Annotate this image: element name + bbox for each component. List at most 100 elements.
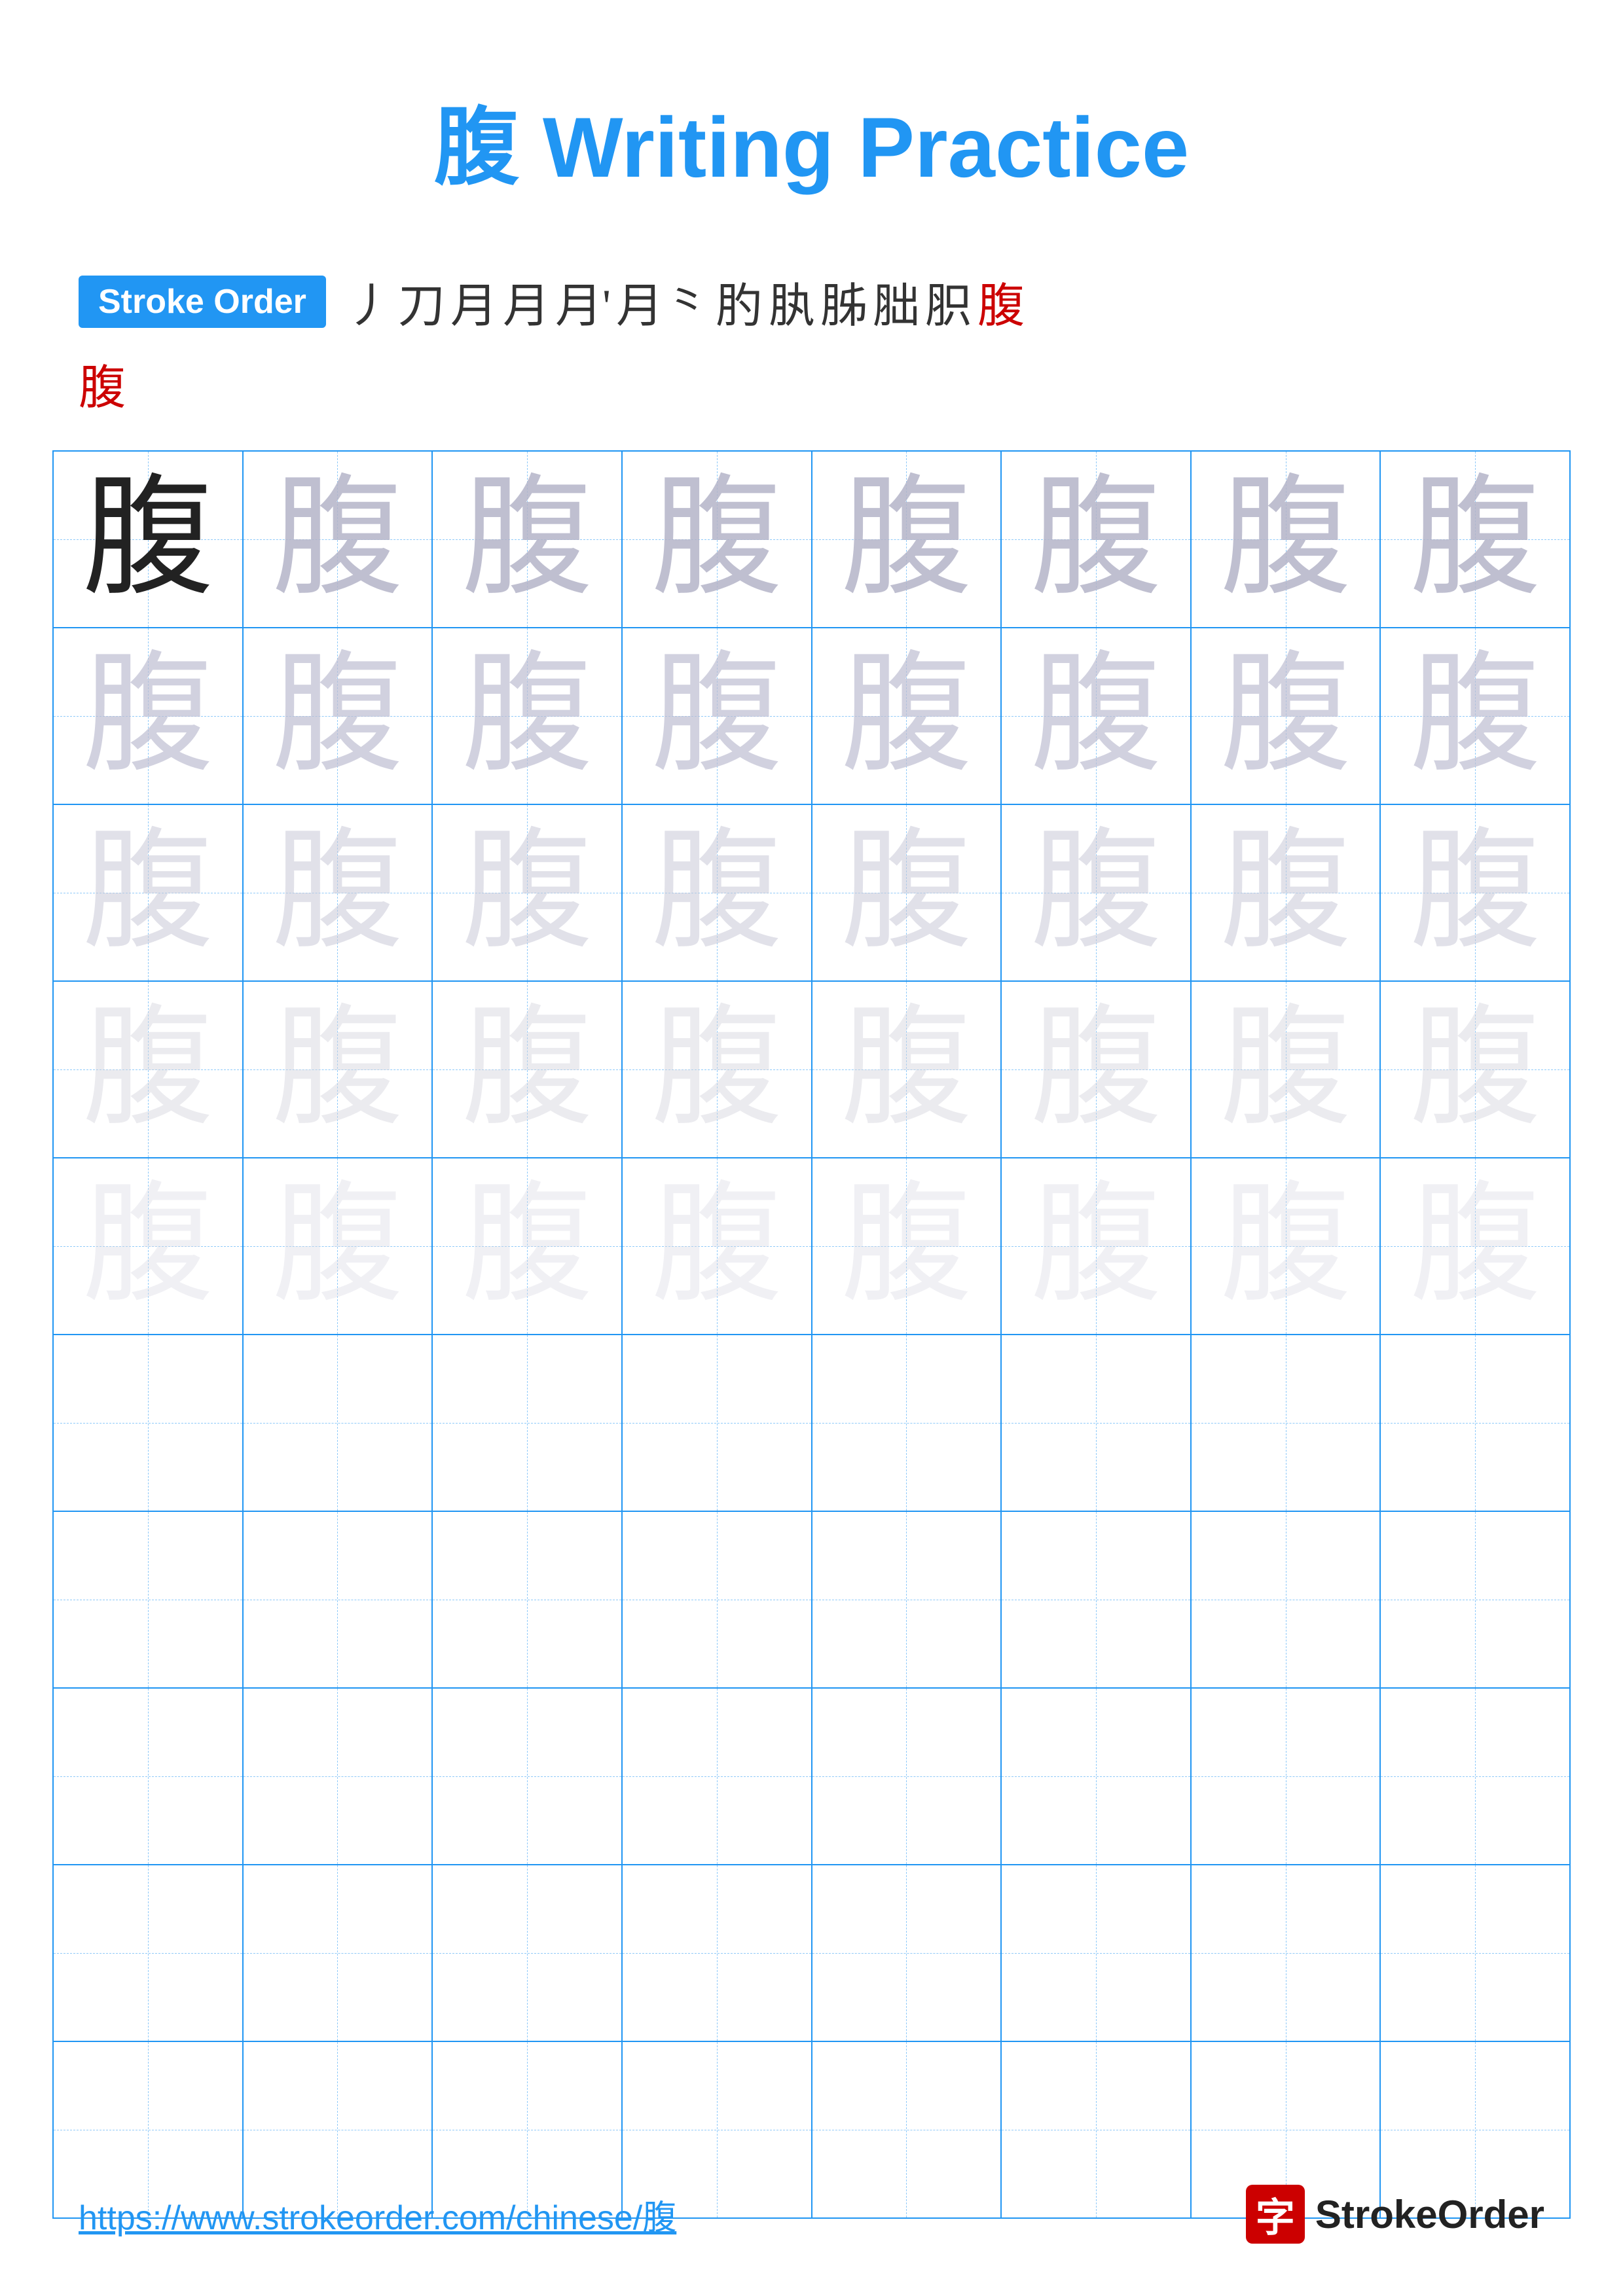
- cell-6-5[interactable]: [812, 1335, 1002, 1511]
- cell-4-7[interactable]: 腹: [1191, 981, 1381, 1158]
- cell-8-2[interactable]: [243, 1688, 433, 1865]
- cell-6-6[interactable]: [1001, 1335, 1191, 1511]
- char-ghost: 腹: [1220, 1174, 1351, 1318]
- char-ghost: 腹: [462, 643, 593, 788]
- char-ghost: 腹: [272, 643, 403, 788]
- cell-4-3[interactable]: 腹: [432, 981, 622, 1158]
- cell-5-2[interactable]: 腹: [243, 1158, 433, 1335]
- brand-icon-char: 字: [1256, 2186, 1295, 2243]
- cell-1-3[interactable]: 腹: [432, 451, 622, 628]
- footer-url-link[interactable]: https://www.strokeorder.com/chinese/腹: [79, 2190, 676, 2239]
- cell-2-7[interactable]: 腹: [1191, 628, 1381, 804]
- cell-5-8[interactable]: 腹: [1380, 1158, 1570, 1335]
- cell-3-3[interactable]: 腹: [432, 804, 622, 981]
- practice-row-4: 腹 腹 腹 腹 腹 腹 腹 腹: [53, 981, 1570, 1158]
- cell-8-5[interactable]: [812, 1688, 1002, 1865]
- char-ghost: 腹: [1410, 643, 1541, 788]
- cell-4-1[interactable]: 腹: [53, 981, 243, 1158]
- cell-9-6[interactable]: [1001, 1865, 1191, 2041]
- practice-row-6: [53, 1335, 1570, 1511]
- cell-2-3[interactable]: 腹: [432, 628, 622, 804]
- char-ghost: 腹: [1410, 467, 1541, 611]
- cell-2-1[interactable]: 腹: [53, 628, 243, 804]
- cell-8-7[interactable]: [1191, 1688, 1381, 1865]
- cell-2-4[interactable]: 腹: [622, 628, 812, 804]
- cell-7-6[interactable]: [1001, 1511, 1191, 1688]
- cell-4-4[interactable]: 腹: [622, 981, 812, 1158]
- char-ghost: 腹: [1410, 820, 1541, 965]
- cell-3-6[interactable]: 腹: [1001, 804, 1191, 981]
- cell-7-3[interactable]: [432, 1511, 622, 1688]
- cell-6-8[interactable]: [1380, 1335, 1570, 1511]
- cell-2-6[interactable]: 腹: [1001, 628, 1191, 804]
- practice-grid: 腹 腹 腹 腹 腹 腹 腹 腹 腹: [52, 450, 1571, 2219]
- cell-3-2[interactable]: 腹: [243, 804, 433, 981]
- cell-3-7[interactable]: 腹: [1191, 804, 1381, 981]
- char-ghost: 腹: [651, 467, 782, 611]
- cell-6-2[interactable]: [243, 1335, 433, 1511]
- cell-5-5[interactable]: 腹: [812, 1158, 1002, 1335]
- cell-4-8[interactable]: 腹: [1380, 981, 1570, 1158]
- cell-2-5[interactable]: 腹: [812, 628, 1002, 804]
- char-ghost: 腹: [651, 1174, 782, 1318]
- cell-6-7[interactable]: [1191, 1335, 1381, 1511]
- cell-7-7[interactable]: [1191, 1511, 1381, 1688]
- cell-8-3[interactable]: [432, 1688, 622, 1865]
- cell-9-8[interactable]: [1380, 1865, 1570, 2041]
- cell-7-8[interactable]: [1380, 1511, 1570, 1688]
- practice-row-5: 腹 腹 腹 腹 腹 腹 腹 腹: [53, 1158, 1570, 1335]
- cell-8-6[interactable]: [1001, 1688, 1191, 1865]
- cell-6-3[interactable]: [432, 1335, 622, 1511]
- character-red-label: 腹: [79, 362, 126, 414]
- cell-2-8[interactable]: 腹: [1380, 628, 1570, 804]
- footer: https://www.strokeorder.com/chinese/腹 字 …: [0, 2185, 1623, 2244]
- cell-9-3[interactable]: [432, 1865, 622, 2041]
- char-ghost: 腹: [1410, 997, 1541, 1141]
- cell-4-2[interactable]: 腹: [243, 981, 433, 1158]
- cell-1-6[interactable]: 腹: [1001, 451, 1191, 628]
- cell-9-5[interactable]: [812, 1865, 1002, 2041]
- cell-5-4[interactable]: 腹: [622, 1158, 812, 1335]
- cell-9-4[interactable]: [622, 1865, 812, 2041]
- cell-1-4[interactable]: 腹: [622, 451, 812, 628]
- cell-5-6[interactable]: 腹: [1001, 1158, 1191, 1335]
- cell-5-1[interactable]: 腹: [53, 1158, 243, 1335]
- cell-6-4[interactable]: [622, 1335, 812, 1511]
- cell-3-5[interactable]: 腹: [812, 804, 1002, 981]
- cell-9-7[interactable]: [1191, 1865, 1381, 2041]
- cell-1-7[interactable]: 腹: [1191, 451, 1381, 628]
- cell-8-4[interactable]: [622, 1688, 812, 1865]
- practice-row-7: [53, 1511, 1570, 1688]
- cell-3-1[interactable]: 腹: [53, 804, 243, 981]
- cell-5-3[interactable]: 腹: [432, 1158, 622, 1335]
- cell-2-2[interactable]: 腹: [243, 628, 433, 804]
- cell-4-5[interactable]: 腹: [812, 981, 1002, 1158]
- cell-1-2[interactable]: 腹: [243, 451, 433, 628]
- cell-9-1[interactable]: [53, 1865, 243, 2041]
- stroke-order-badge[interactable]: Stroke Order: [79, 276, 326, 328]
- cell-6-1[interactable]: [53, 1335, 243, 1511]
- cell-7-1[interactable]: [53, 1511, 243, 1688]
- stroke-step-2: 刀: [398, 267, 445, 336]
- practice-row-8: [53, 1688, 1570, 1865]
- cell-3-4[interactable]: 腹: [622, 804, 812, 981]
- cell-5-7[interactable]: 腹: [1191, 1158, 1381, 1335]
- cell-1-5[interactable]: 腹: [812, 451, 1002, 628]
- cell-8-8[interactable]: [1380, 1688, 1570, 1865]
- cell-7-2[interactable]: [243, 1511, 433, 1688]
- char-ghost: 腹: [272, 997, 403, 1141]
- cell-9-2[interactable]: [243, 1865, 433, 2041]
- cell-7-5[interactable]: [812, 1511, 1002, 1688]
- cell-7-4[interactable]: [622, 1511, 812, 1688]
- char-ghost: 腹: [651, 820, 782, 965]
- char-ghost: 腹: [1220, 997, 1351, 1141]
- cell-1-1[interactable]: 腹: [53, 451, 243, 628]
- stroke-step-3: 月: [450, 267, 498, 336]
- char-ghost: 腹: [651, 643, 782, 788]
- char-ghost: 腹: [841, 997, 972, 1141]
- char-ghost: 腹: [462, 467, 593, 611]
- cell-1-8[interactable]: 腹: [1380, 451, 1570, 628]
- cell-4-6[interactable]: 腹: [1001, 981, 1191, 1158]
- cell-3-8[interactable]: 腹: [1380, 804, 1570, 981]
- cell-8-1[interactable]: [53, 1688, 243, 1865]
